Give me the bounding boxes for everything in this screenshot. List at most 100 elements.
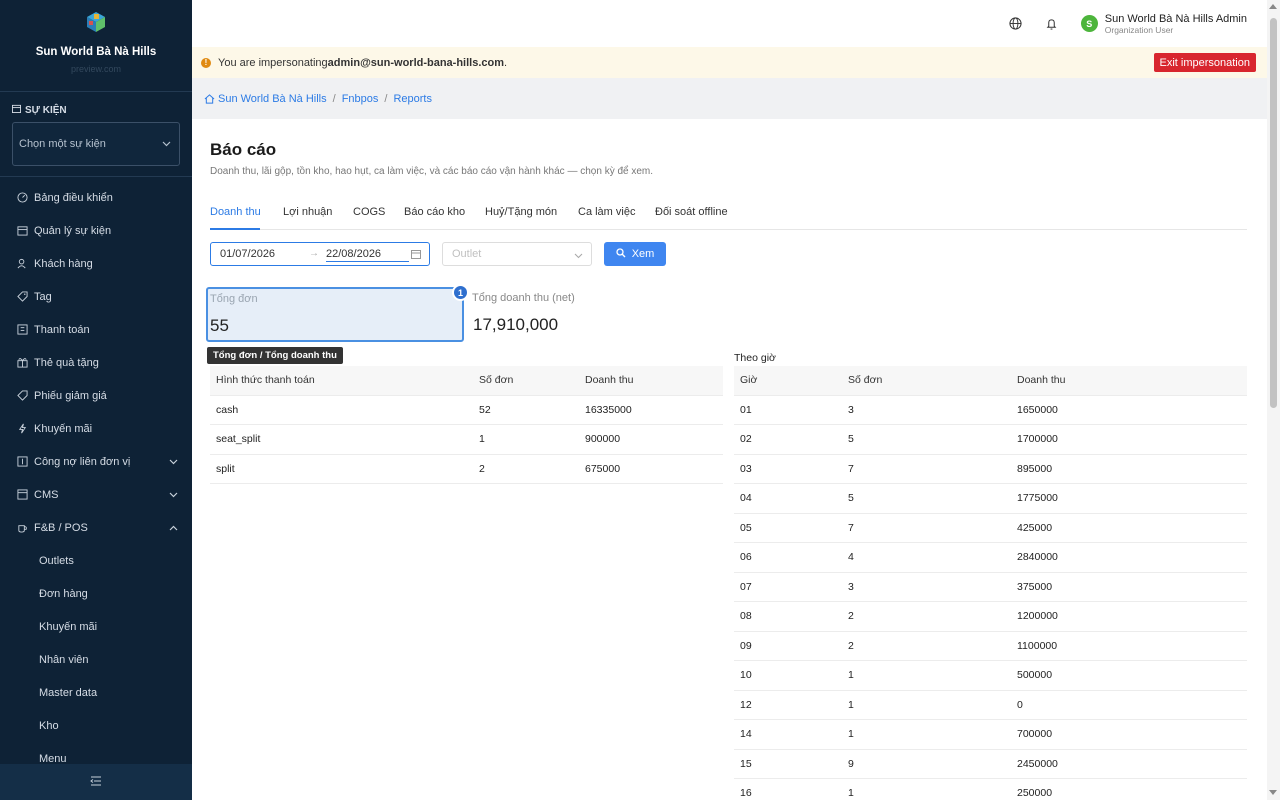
tab-profit[interactable]: Lợi nhuận xyxy=(283,206,332,218)
scrollbar-thumb[interactable] xyxy=(1270,18,1277,408)
total-orders-label: Tổng đơn xyxy=(210,293,258,305)
table-cell: 900000 xyxy=(579,424,723,455)
breadcrumb-org[interactable]: Sun World Bà Nà Hills xyxy=(218,93,327,105)
table-row[interactable]: 02 5 1700000 xyxy=(734,424,1247,455)
sidebar-item-tag[interactable]: Tag xyxy=(0,280,192,313)
date-range-picker[interactable]: 01/07/2026 → 22/08/2026 xyxy=(210,242,430,266)
breadcrumb-current[interactable]: Reports xyxy=(393,93,432,105)
table-row[interactable]: 04 5 1775000 xyxy=(734,483,1247,514)
table-cell: 425000 xyxy=(1011,513,1247,543)
event-section-text: SỰ KIỆN xyxy=(25,104,67,116)
table-row[interactable]: 15 9 2450000 xyxy=(734,749,1247,779)
table-row[interactable]: split 2 675000 xyxy=(210,454,723,484)
table-row[interactable]: 10 1 500000 xyxy=(734,660,1247,691)
user-menu[interactable]: S Sun World Bà Nà Hills Admin Organizati… xyxy=(1080,13,1247,35)
sidebar-subitem-master-data[interactable]: Master data xyxy=(0,676,192,709)
column-header[interactable]: Số đơn xyxy=(473,366,579,396)
scroll-up-icon[interactable] xyxy=(1269,4,1277,9)
sidebar-item-label: CMS xyxy=(34,488,59,501)
date-end-input[interactable]: 22/08/2026 xyxy=(326,248,409,262)
sidebar-item-cms[interactable]: CMS xyxy=(0,478,192,511)
column-header[interactable]: Doanh thu xyxy=(579,366,723,396)
tab-inventory-report[interactable]: Báo cáo kho xyxy=(404,206,465,218)
view-report-button[interactable]: Xem xyxy=(604,242,666,266)
page-scrollbar[interactable] xyxy=(1267,0,1280,800)
table-cell: 2840000 xyxy=(1011,542,1247,573)
hourly-table: Giờ Số đơn Doanh thu 01 3 1650000 02 5 170000… xyxy=(734,366,1247,800)
breadcrumb-separator: / xyxy=(384,92,388,105)
sidebar-item-label: F&B / POS xyxy=(34,521,88,534)
sidebar-item-intercompany-debt[interactable]: Công nợ liên đơn vị xyxy=(0,445,192,478)
table-row[interactable]: seat_split 1 900000 xyxy=(210,424,723,455)
table-row[interactable]: 07 3 375000 xyxy=(734,572,1247,602)
scroll-down-icon[interactable] xyxy=(1269,790,1277,795)
column-header[interactable]: Giờ xyxy=(734,366,842,396)
column-header[interactable]: Số đơn xyxy=(842,366,1011,396)
tab-offline-reconciliation[interactable]: Đối soát offline xyxy=(655,206,728,218)
table-cell: 1 xyxy=(842,690,1011,720)
breadcrumb-module[interactable]: Fnbpos xyxy=(342,93,379,105)
sidebar-subitem-promotions[interactable]: Khuyến mãi xyxy=(0,610,192,643)
sidebar-subitem-staff[interactable]: Nhân viên xyxy=(0,643,192,676)
payment-table-body: cash 52 16335000 seat_split 1 900000 split 2 675… xyxy=(210,395,723,484)
column-header[interactable]: Hình thức thanh toán xyxy=(210,366,473,396)
sidebar-item-label: Thanh toán xyxy=(34,323,90,336)
bell-icon[interactable] xyxy=(1045,17,1059,31)
table-row[interactable]: 14 1 700000 xyxy=(734,719,1247,750)
globe-icon[interactable] xyxy=(1009,17,1023,31)
topbar: S Sun World Bà Nà Hills Admin Organizati… xyxy=(192,0,1267,47)
table-row[interactable]: 03 7 895000 xyxy=(734,454,1247,484)
table-cell: 16 xyxy=(734,778,842,800)
gift-icon xyxy=(16,357,28,369)
table-cell: 16335000 xyxy=(579,395,723,425)
lightning-icon xyxy=(16,423,28,435)
total-orders-card[interactable]: Tổng đơn 55 1 xyxy=(206,284,469,342)
sidebar-item-label: Quản lý sự kiện xyxy=(34,224,112,237)
table-row[interactable]: 09 2 1100000 xyxy=(734,631,1247,661)
home-icon[interactable] xyxy=(204,93,215,104)
sidebar-nav: Bảng điều khiển Quản lý sự kiện Khách hà… xyxy=(0,181,192,775)
sidebar-item-customers[interactable]: Khách hàng xyxy=(0,247,192,280)
sidebar-item-promotions[interactable]: Khuyến mãi xyxy=(0,412,192,445)
brand-logo-icon xyxy=(84,10,108,34)
table-cell: split xyxy=(210,454,473,484)
sidebar-subitem-orders[interactable]: Đơn hàng xyxy=(0,577,192,610)
table-cell: 895000 xyxy=(1011,454,1247,484)
sidebar-subitem-outlets[interactable]: Outlets xyxy=(0,544,192,577)
table-cell: 03 xyxy=(734,454,842,484)
table-cell: 1 xyxy=(473,424,579,455)
impersonated-email: admin@sun-world-bana-hills.com xyxy=(327,56,505,69)
event-select[interactable]: Chọn một sự kiện xyxy=(12,122,180,166)
sidebar-item-fnb-pos[interactable]: F&B / POS xyxy=(0,511,192,544)
table-cell: 14 xyxy=(734,719,842,750)
banner-prefix: You are impersonating xyxy=(218,56,328,69)
table-row[interactable]: 16 1 250000 xyxy=(734,778,1247,800)
sidebar-item-gift-cards[interactable]: Thẻ quà tặng xyxy=(0,346,192,379)
tab-revenue[interactable]: Doanh thu xyxy=(210,206,261,218)
table-cell: 01 xyxy=(734,395,842,425)
table-row[interactable]: cash 52 16335000 xyxy=(210,395,723,425)
sidebar-item-payments[interactable]: Thanh toán xyxy=(0,313,192,346)
table-cell: 7 xyxy=(842,454,1011,484)
sidebar-item-dashboard[interactable]: Bảng điều khiển xyxy=(0,181,192,214)
sidebar-item-coupons[interactable]: Phiếu giảm giá xyxy=(0,379,192,412)
date-start-input[interactable]: 01/07/2026 xyxy=(220,248,275,260)
tab-cogs[interactable]: COGS xyxy=(353,206,385,218)
outlet-select[interactable]: Outlet xyxy=(442,242,592,266)
table-row[interactable]: 08 2 1200000 xyxy=(734,601,1247,632)
tab-shifts[interactable]: Ca làm việc xyxy=(578,206,635,218)
table-row[interactable]: 01 3 1650000 xyxy=(734,395,1247,425)
active-tab-indicator xyxy=(210,228,260,230)
collapse-sidebar-button[interactable] xyxy=(0,764,192,800)
table-row[interactable]: 06 4 2840000 xyxy=(734,542,1247,573)
sidebar-subitem-warehouse[interactable]: Kho xyxy=(0,709,192,742)
exit-impersonation-button[interactable]: Exit impersonation xyxy=(1153,53,1256,72)
column-header[interactable]: Doanh thu xyxy=(1011,366,1247,396)
tab-void-comp[interactable]: Huỷ/Tặng món xyxy=(485,206,557,218)
table-row[interactable]: 05 7 425000 xyxy=(734,513,1247,543)
coupon-icon xyxy=(16,390,28,402)
table-row[interactable]: 12 1 0 xyxy=(734,690,1247,720)
chevron-down-icon xyxy=(162,138,171,150)
sidebar-item-events[interactable]: Quản lý sự kiện xyxy=(0,214,192,247)
banner-suffix: . xyxy=(504,56,508,69)
